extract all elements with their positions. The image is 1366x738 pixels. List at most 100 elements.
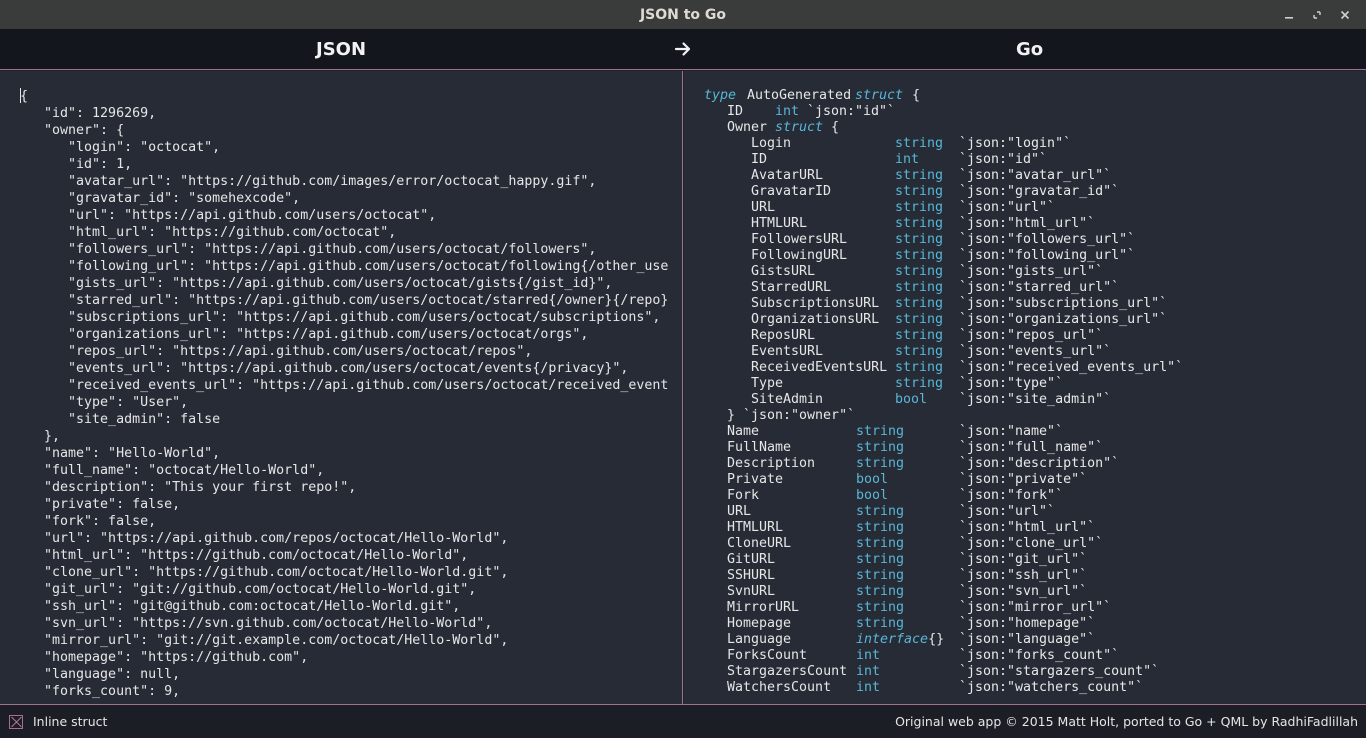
go-field-name: SubscriptionsURL [751, 296, 880, 311]
go-field-name: StarredURL [751, 280, 832, 295]
close-icon[interactable] [1338, 8, 1352, 22]
go-field-name: Private [727, 472, 784, 487]
go-field-name: GravatarID [751, 184, 832, 199]
go-field-type: string [856, 536, 905, 551]
go-field-name: FollowersURL [751, 232, 848, 247]
go-field-tag: `json:"html_url"` [959, 520, 1096, 535]
go-field-name: FollowingURL [751, 248, 848, 263]
json-input-text[interactable]: { "id": 1296269, "owner": { "login": "oc… [20, 88, 668, 700]
go-field-name: Description [727, 456, 816, 471]
go-field-tag: `json:"private"` [959, 472, 1088, 487]
json-pane-title: JSON [316, 39, 367, 60]
go-field-type: string [895, 216, 944, 231]
go-field-name: Login [751, 136, 792, 151]
go-field-tag: `json:"login"` [959, 136, 1072, 151]
go-field-name: OrganizationsURL [751, 312, 880, 327]
json-line: "url": "https://api.github.com/users/oct… [20, 208, 437, 223]
go-field-name: EventsURL [751, 344, 824, 359]
go-field-type: int [856, 664, 881, 679]
json-line: "organizations_url": "https://api.github… [20, 327, 589, 342]
go-field-type: int [895, 152, 920, 167]
go-field-name: ReceivedEventsURL [751, 360, 888, 375]
go-field-tag: `json:"subscriptions_url"` [959, 296, 1168, 311]
json-line: "html_url": "https://github.com/octocat"… [20, 225, 397, 240]
go-field-name: AvatarURL [751, 168, 824, 183]
go-field-name: Name [727, 424, 760, 439]
go-brace: { [831, 120, 840, 135]
go-field-tag: `json:"gists_url"` [959, 264, 1104, 279]
go-field-tag: `json:"homepage"` [959, 616, 1096, 631]
go-field-type: int [775, 104, 800, 119]
inline-struct-checkbox[interactable] [9, 715, 23, 729]
go-field-tag: `json:"received_events_url"` [959, 360, 1184, 375]
go-brace: } [727, 408, 736, 423]
go-field-type: string [895, 312, 944, 327]
json-line: "mirror_url": "git://git.example.com/oct… [20, 633, 509, 648]
go-field-name: Homepage [727, 616, 792, 631]
json-line: "gists_url": "https://api.github.com/use… [20, 276, 613, 291]
go-field-tag: `json:"owner"` [743, 408, 856, 423]
go-field-type: string [895, 184, 944, 199]
go-field-name: URL [751, 200, 776, 215]
json-line: "owner": { [20, 123, 125, 138]
go-output-view[interactable]: type AutoGenerated struct{ID int `json:"id"`… [684, 71, 1366, 704]
json-input-editor[interactable]: { "id": 1296269, "owner": { "login": "oc… [0, 71, 683, 704]
go-field-tag: `json:"stargazers_count"` [959, 664, 1160, 679]
go-field-name: SiteAdmin [751, 392, 824, 407]
text-cursor [20, 88, 21, 103]
json-line: "following_url": "https://api.github.com… [20, 259, 669, 274]
go-keyword: struct [775, 120, 824, 135]
json-line: "ssh_url": "git@github.com:octocat/Hello… [20, 599, 461, 614]
go-field-type: bool [856, 472, 889, 487]
go-field-type: string [856, 520, 905, 535]
go-field-name: ReposURL [751, 328, 816, 343]
go-field-type: string [895, 200, 944, 215]
go-field-tag: `json:"organizations_url"` [959, 312, 1168, 327]
go-field-type: string [895, 232, 944, 247]
json-line: "events_url": "https://api.github.com/us… [20, 361, 629, 376]
go-field-tag: `json:"name"` [959, 424, 1064, 439]
go-field-type: string [895, 360, 944, 375]
go-keyword: type [704, 88, 737, 103]
json-line: "followers_url": "https://api.github.com… [20, 242, 597, 257]
go-field-tag: `json:"gravatar_id"` [959, 184, 1120, 199]
go-field-tag: `json:"repos_url"` [959, 328, 1104, 343]
go-field-name: Owner [727, 120, 768, 135]
go-field-type: string [856, 600, 905, 615]
json-line: "login": "octocat", [20, 140, 221, 155]
minimize-icon[interactable] [1282, 8, 1296, 22]
go-field-tag: `json:"language"` [959, 632, 1096, 647]
json-line: "url": "https://api.github.com/repos/oct… [20, 531, 509, 546]
json-line: "repos_url": "https://api.github.com/use… [20, 344, 533, 359]
go-field-type: string [895, 376, 944, 391]
json-line: "subscriptions_url": "https://api.github… [20, 310, 661, 325]
json-line: "homepage": "https://github.com", [20, 650, 309, 665]
go-field-type: string [856, 584, 905, 599]
go-field-tag: `json:"mirror_url"` [959, 600, 1112, 615]
go-field-type: bool [895, 392, 928, 407]
go-field-type: string [856, 568, 905, 583]
go-field-tag: `json:"following_url"` [959, 248, 1136, 263]
go-field-tag: `json:"id"` [807, 104, 896, 119]
inline-struct-label[interactable]: Inline struct [33, 714, 107, 729]
go-field-tag: `json:"site_admin"` [959, 392, 1112, 407]
json-line: "type": "User", [20, 395, 189, 410]
window-controls [1282, 0, 1352, 29]
go-field-type: bool [856, 488, 889, 503]
go-field-name: StargazersCount [727, 664, 848, 679]
go-field-tag: `json:"svn_url"` [959, 584, 1088, 599]
go-field-name: SvnURL [727, 584, 776, 599]
json-line: { [20, 88, 29, 104]
json-line: "description": "This your first repo!", [20, 480, 357, 495]
go-field-type: interface{} [856, 632, 945, 647]
json-line: "id": 1, [20, 157, 133, 172]
go-field-tag: `json:"description"` [959, 456, 1120, 471]
go-field-tag: `json:"avatar_url"` [959, 168, 1112, 183]
restore-icon[interactable] [1310, 8, 1324, 22]
status-bar: Inline struct Original web app © 2015 Ma… [0, 704, 1366, 738]
go-pane-title: Go [1016, 39, 1044, 60]
credits-text: Original web app © 2015 Matt Holt, porte… [895, 714, 1358, 729]
json-line: "html_url": "https://github.com/octocat/… [20, 548, 469, 563]
go-field-name: Fork [727, 488, 760, 503]
go-field-tag: `json:"ssh_url"` [959, 568, 1088, 583]
